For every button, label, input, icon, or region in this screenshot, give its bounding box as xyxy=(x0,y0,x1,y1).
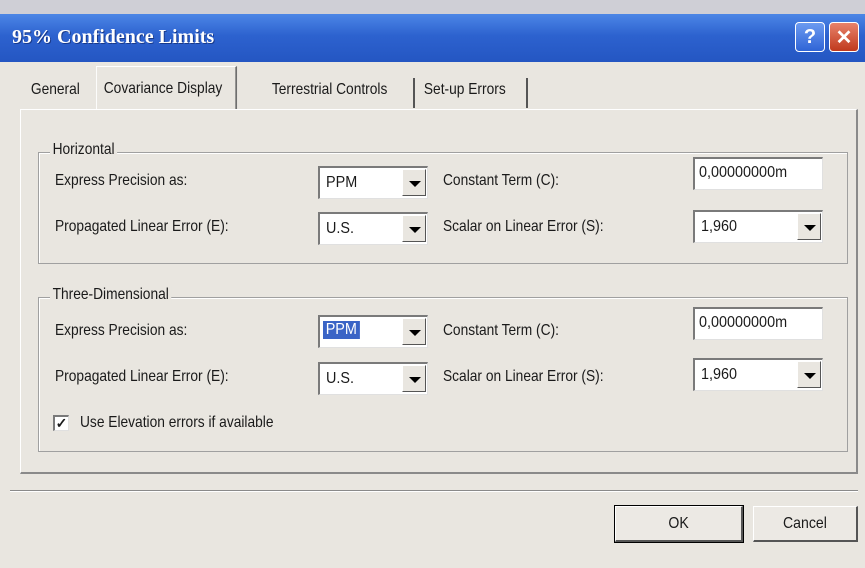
horizontal-propagated-error-select[interactable]: U.S. xyxy=(318,212,428,245)
chevron-down-icon[interactable] xyxy=(402,318,426,345)
three-d-constant-term-input[interactable]: 0,00000000m xyxy=(693,307,823,340)
tab-terrestrial-controls[interactable]: Terrestrial Controls xyxy=(265,71,394,109)
propagated-error-label: Propagated Linear Error (E): xyxy=(55,368,229,385)
tab-set-up-errors[interactable]: Set-up Errors xyxy=(417,71,513,109)
elevation-errors-label[interactable]: Use Elevation errors if available xyxy=(80,414,274,432)
tab-general[interactable]: General xyxy=(24,71,87,109)
three-d-express-precision-select[interactable]: PPM xyxy=(318,315,428,348)
constant-term-label: Constant Term (C): xyxy=(443,322,559,339)
elevation-errors-checkbox[interactable]: ✓ xyxy=(53,415,69,431)
select-value: U.S. xyxy=(326,220,355,237)
scalar-linear-error-label: Scalar on Linear Error (S): xyxy=(443,368,604,385)
horizontal-group-title: Horizontal xyxy=(50,141,118,159)
express-precision-label: Express Precision as: xyxy=(55,322,188,339)
select-value: 1,960 xyxy=(701,218,738,235)
ok-button[interactable]: OK xyxy=(614,505,744,543)
scalar-linear-error-label: Scalar on Linear Error (S): xyxy=(443,218,604,235)
title-bar[interactable]: 95% Confidence Limits ? ✕ xyxy=(0,14,865,62)
chevron-down-icon[interactable] xyxy=(797,361,821,388)
select-value: 1,960 xyxy=(701,366,738,383)
checkmark-icon: ✓ xyxy=(55,415,68,431)
cancel-button-label: Cancel xyxy=(783,514,827,532)
tab-label: General xyxy=(30,81,80,98)
tab-label: Terrestrial Controls xyxy=(271,81,388,98)
close-icon: ✕ xyxy=(835,26,853,49)
horizontal-constant-term-input[interactable]: 0,00000000m xyxy=(693,157,823,190)
chevron-down-icon[interactable] xyxy=(402,365,426,392)
horizontal-express-precision-select[interactable]: PPM xyxy=(318,166,428,199)
tab-covariance-display[interactable]: Covariance Display xyxy=(96,66,238,110)
chevron-down-icon[interactable] xyxy=(402,215,426,242)
help-button[interactable]: ? xyxy=(795,22,825,52)
cancel-button[interactable]: Cancel xyxy=(753,506,858,542)
help-icon: ? xyxy=(803,25,817,48)
tab-label: Set-up Errors xyxy=(423,81,506,98)
three-d-propagated-error-select[interactable]: U.S. xyxy=(318,362,428,395)
close-button[interactable]: ✕ xyxy=(829,22,859,52)
constant-term-label: Constant Term (C): xyxy=(443,172,559,189)
select-value: U.S. xyxy=(326,370,355,387)
dialog-title: 95% Confidence Limits xyxy=(12,26,215,48)
express-precision-label: Express Precision as: xyxy=(55,172,188,189)
select-value: PPM xyxy=(326,174,358,191)
input-value: 0,00000000m xyxy=(699,164,788,181)
ok-button-label: OK xyxy=(668,514,689,532)
tab-divider xyxy=(413,78,415,108)
footer-divider xyxy=(10,490,858,492)
select-value: PPM xyxy=(323,321,360,339)
chevron-down-icon[interactable] xyxy=(402,169,426,196)
input-value: 0,00000000m xyxy=(699,314,788,331)
propagated-error-label: Propagated Linear Error (E): xyxy=(55,218,229,235)
tab-divider xyxy=(526,78,528,108)
tab-label: Covariance Display xyxy=(103,79,223,97)
three-d-scalar-select[interactable]: 1,960 xyxy=(693,358,823,391)
horizontal-scalar-select[interactable]: 1,960 xyxy=(693,210,823,243)
three-dimensional-group-title: Three-Dimensional xyxy=(50,286,172,304)
chevron-down-icon[interactable] xyxy=(797,213,821,240)
